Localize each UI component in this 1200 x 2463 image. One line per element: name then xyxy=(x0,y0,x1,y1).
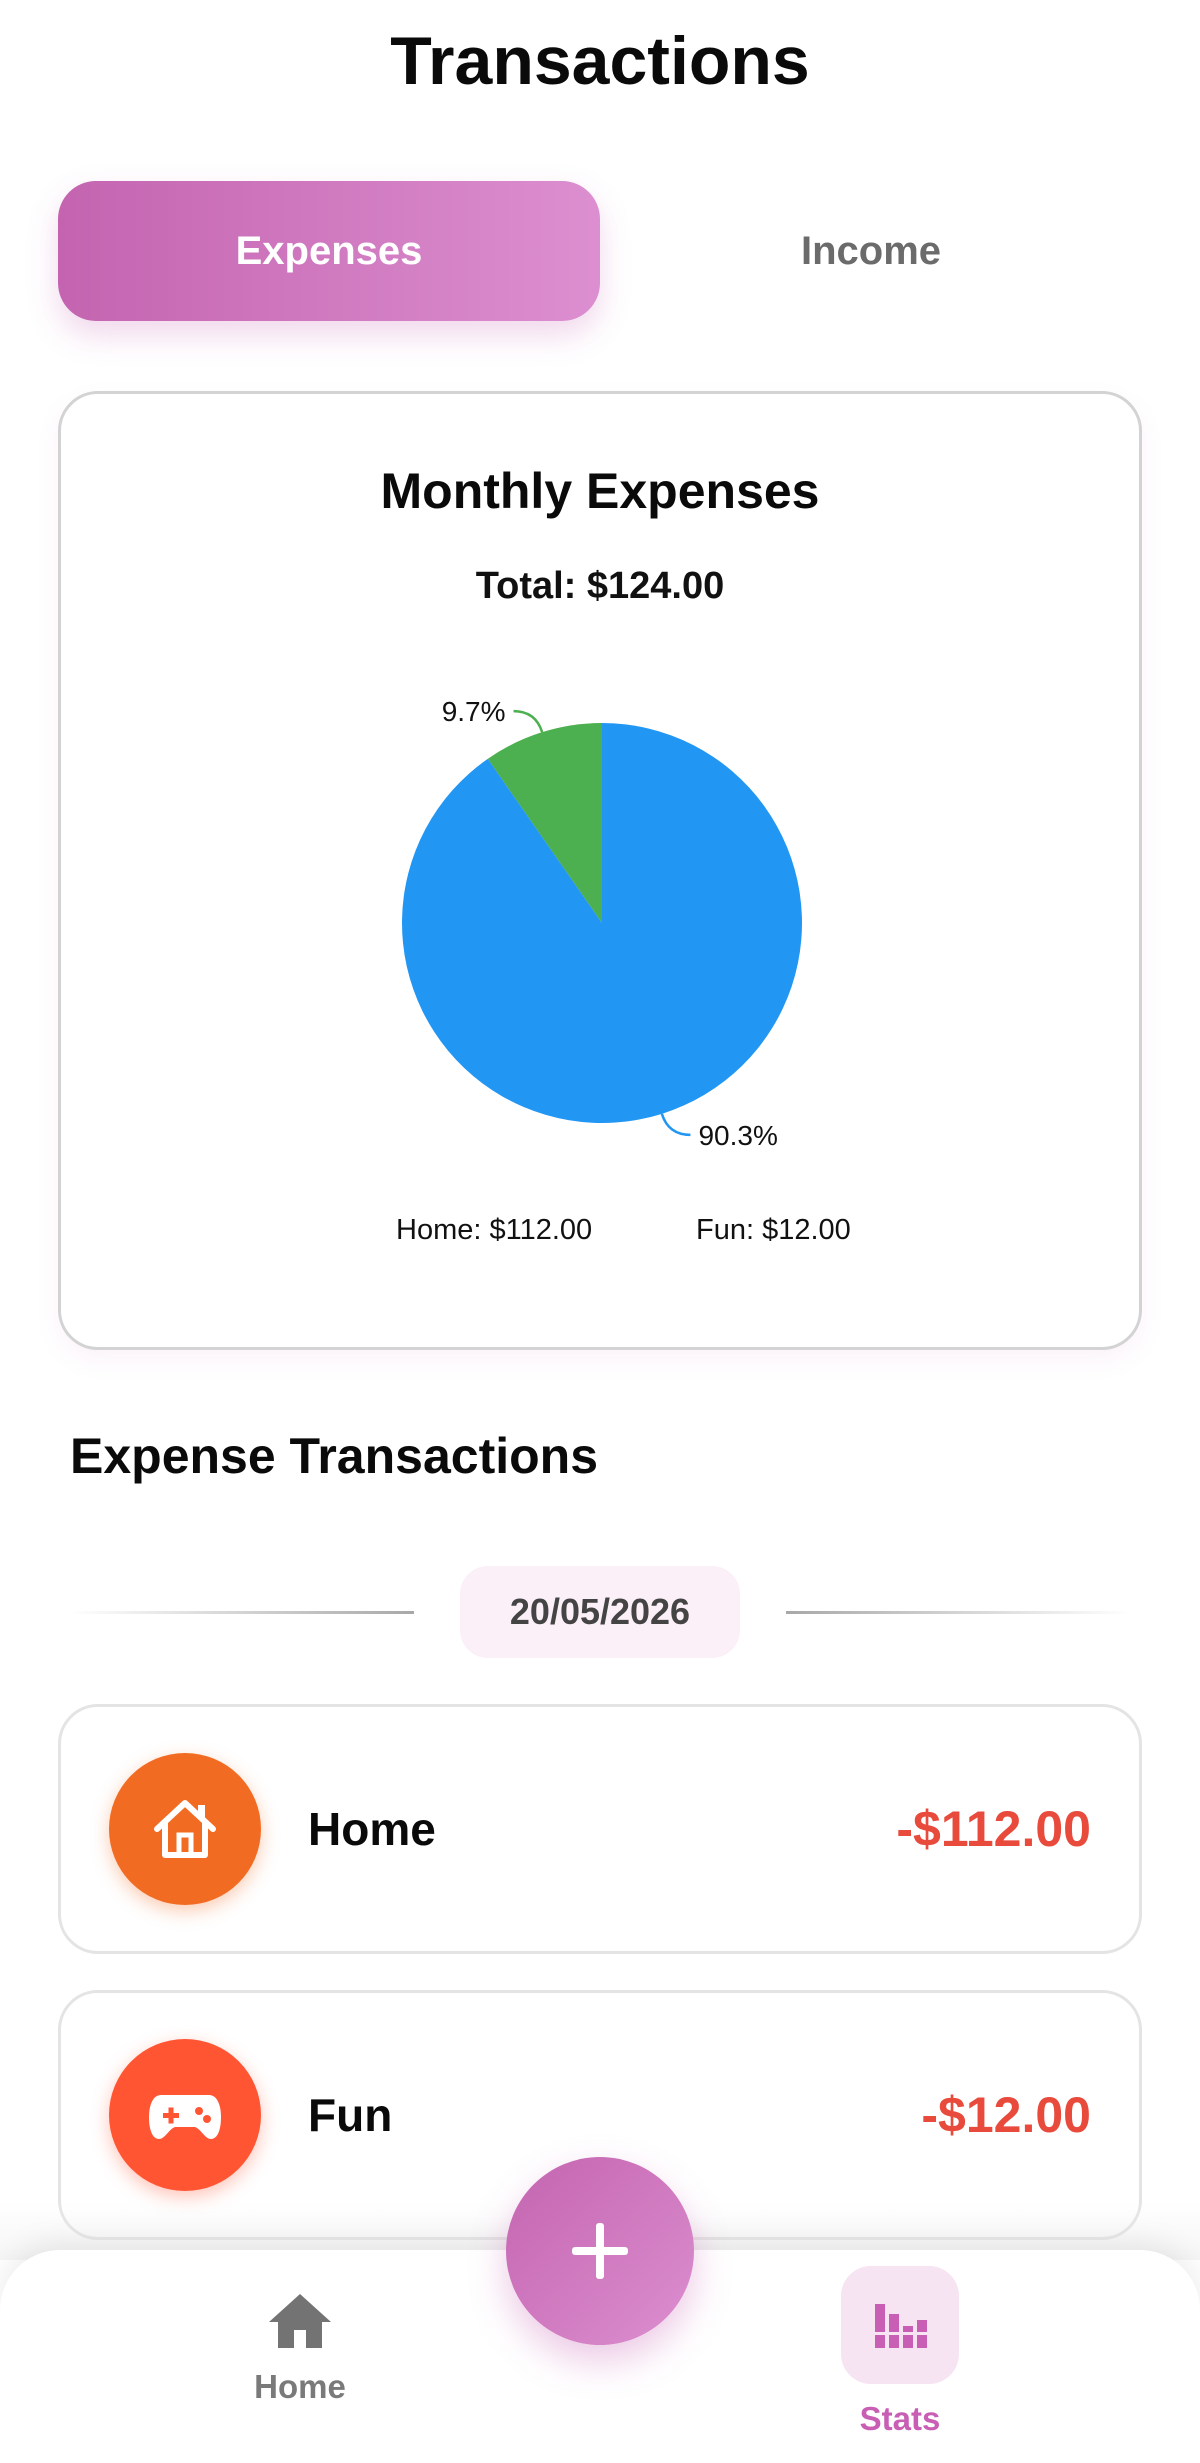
transactions-screen: Transactions Expenses Income Monthly Exp… xyxy=(0,0,1200,2463)
transaction-card-home[interactable]: Home -$112.00 xyxy=(58,1704,1142,1954)
pie-leader-home xyxy=(660,1113,691,1137)
pie-leader-fun xyxy=(513,709,544,733)
home-icon xyxy=(269,2294,331,2348)
stats-icon xyxy=(841,2266,959,2384)
nav-label-stats: Stats xyxy=(859,2400,941,2437)
tab-income[interactable]: Income xyxy=(600,181,1142,321)
pie-label-home: 90.3% xyxy=(698,1120,777,1151)
transaction-amount: -$112.00 xyxy=(896,1801,1091,1857)
section-title: Expense Transactions xyxy=(70,1428,599,1484)
gamepad-icon xyxy=(109,2039,261,2191)
type-toggle: Expenses Income xyxy=(58,181,1142,321)
date-badge: 20/05/2026 xyxy=(460,1566,740,1658)
nav-item-stats[interactable]: Stats xyxy=(800,2266,1000,2456)
legend-fun: Fun: $12.00 xyxy=(696,1214,851,1246)
chart-card: Monthly Expenses Total: $124.00 9.7% 90.3… xyxy=(58,391,1142,1350)
add-transaction-button[interactable] xyxy=(506,2157,694,2345)
date-divider: 20/05/2026 xyxy=(70,1566,1130,1658)
pie-chart: 9.7% 90.3% xyxy=(401,696,802,1151)
nav-item-home[interactable]: Home xyxy=(200,2290,400,2440)
house-icon xyxy=(109,1753,261,1905)
divider-line-left xyxy=(70,1611,414,1614)
plus-icon xyxy=(572,2223,628,2279)
transaction-name: Home xyxy=(308,1803,436,1855)
legend-home: Home: $112.00 xyxy=(396,1214,593,1246)
page-title: Transactions xyxy=(390,23,810,99)
divider-line-right xyxy=(786,1611,1130,1614)
tab-expenses[interactable]: Expenses xyxy=(58,181,600,321)
pie-label-fun: 9.7% xyxy=(442,696,506,727)
pie-slice-home xyxy=(401,723,802,1123)
nav-label-home: Home xyxy=(254,2368,346,2405)
